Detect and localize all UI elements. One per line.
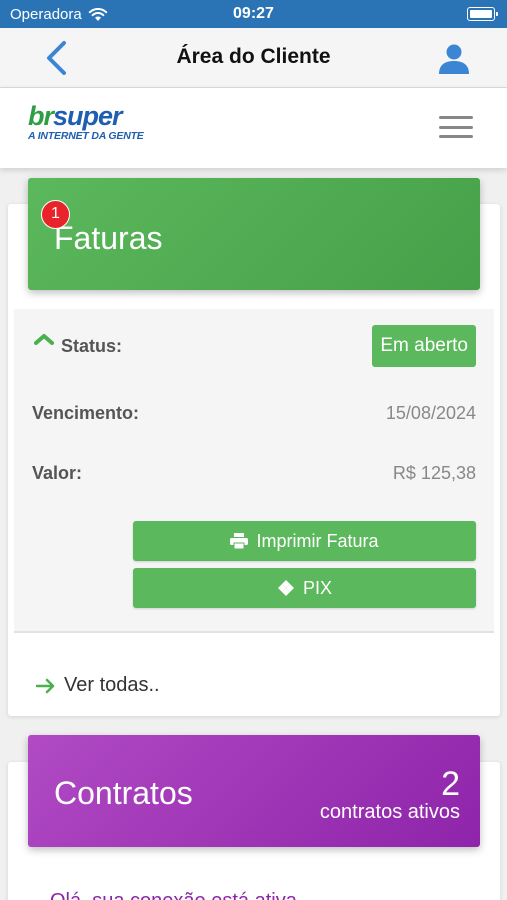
- nav-bar: Área do Cliente: [0, 28, 507, 88]
- notification-badge: 1: [41, 200, 70, 229]
- status-label: Status:: [61, 336, 123, 356]
- menu-line: [439, 125, 473, 129]
- vencimento-label: Vencimento:: [32, 403, 140, 423]
- vencimento-value: 15/08/2024: [385, 403, 476, 423]
- pix-icon: [277, 580, 294, 596]
- faturas-header[interactable]: Faturas: [28, 178, 480, 290]
- profile-button[interactable]: [437, 42, 471, 76]
- valor-label: Valor:: [32, 463, 83, 483]
- contract-status-text: Olá, sua conexão está ativa...: [50, 890, 314, 900]
- brand-bar: brsuper A INTERNET DA GENTE: [0, 88, 507, 168]
- invoice-panel: Status: Em aberto Vencimento: 15/08/2024…: [14, 309, 494, 633]
- status-bar: Operadora 09:27: [0, 0, 507, 28]
- printer-icon: [230, 533, 249, 549]
- see-all-link[interactable]: Ver todas..: [36, 674, 160, 697]
- battery-icon: [467, 7, 498, 21]
- menu-line: [439, 135, 473, 138]
- pix-label: PIX: [302, 577, 332, 598]
- print-invoice-label: Imprimir Fatura: [256, 530, 379, 551]
- valor-value: R$ 125,38: [392, 463, 476, 483]
- pix-button[interactable]: PIX: [133, 568, 476, 608]
- arrow-right-icon: [36, 678, 55, 693]
- contratos-header[interactable]: Contratos 2 contratos ativos: [28, 735, 480, 847]
- contracts-count: 2: [441, 765, 460, 803]
- see-all-label: Ver todas..: [64, 674, 160, 696]
- logo-tagline: A INTERNET DA GENTE: [28, 130, 144, 142]
- status-badge: Em aberto: [372, 325, 476, 367]
- hamburger-menu-button[interactable]: [439, 116, 473, 138]
- menu-line: [439, 116, 473, 119]
- faturas-title: Faturas: [54, 220, 163, 256]
- brand-logo: brsuper A INTERNET DA GENTE: [28, 102, 144, 142]
- chevron-up-icon[interactable]: [34, 333, 54, 345]
- contratos-title: Contratos: [54, 775, 193, 811]
- page-title: Área do Cliente: [176, 45, 331, 68]
- logo-super: super: [53, 101, 123, 131]
- clock: 09:27: [233, 5, 274, 22]
- logo-br: br: [28, 101, 54, 131]
- contracts-count-label: contratos ativos: [319, 801, 460, 823]
- user-icon: [439, 44, 469, 74]
- print-invoice-button[interactable]: Imprimir Fatura: [133, 521, 476, 561]
